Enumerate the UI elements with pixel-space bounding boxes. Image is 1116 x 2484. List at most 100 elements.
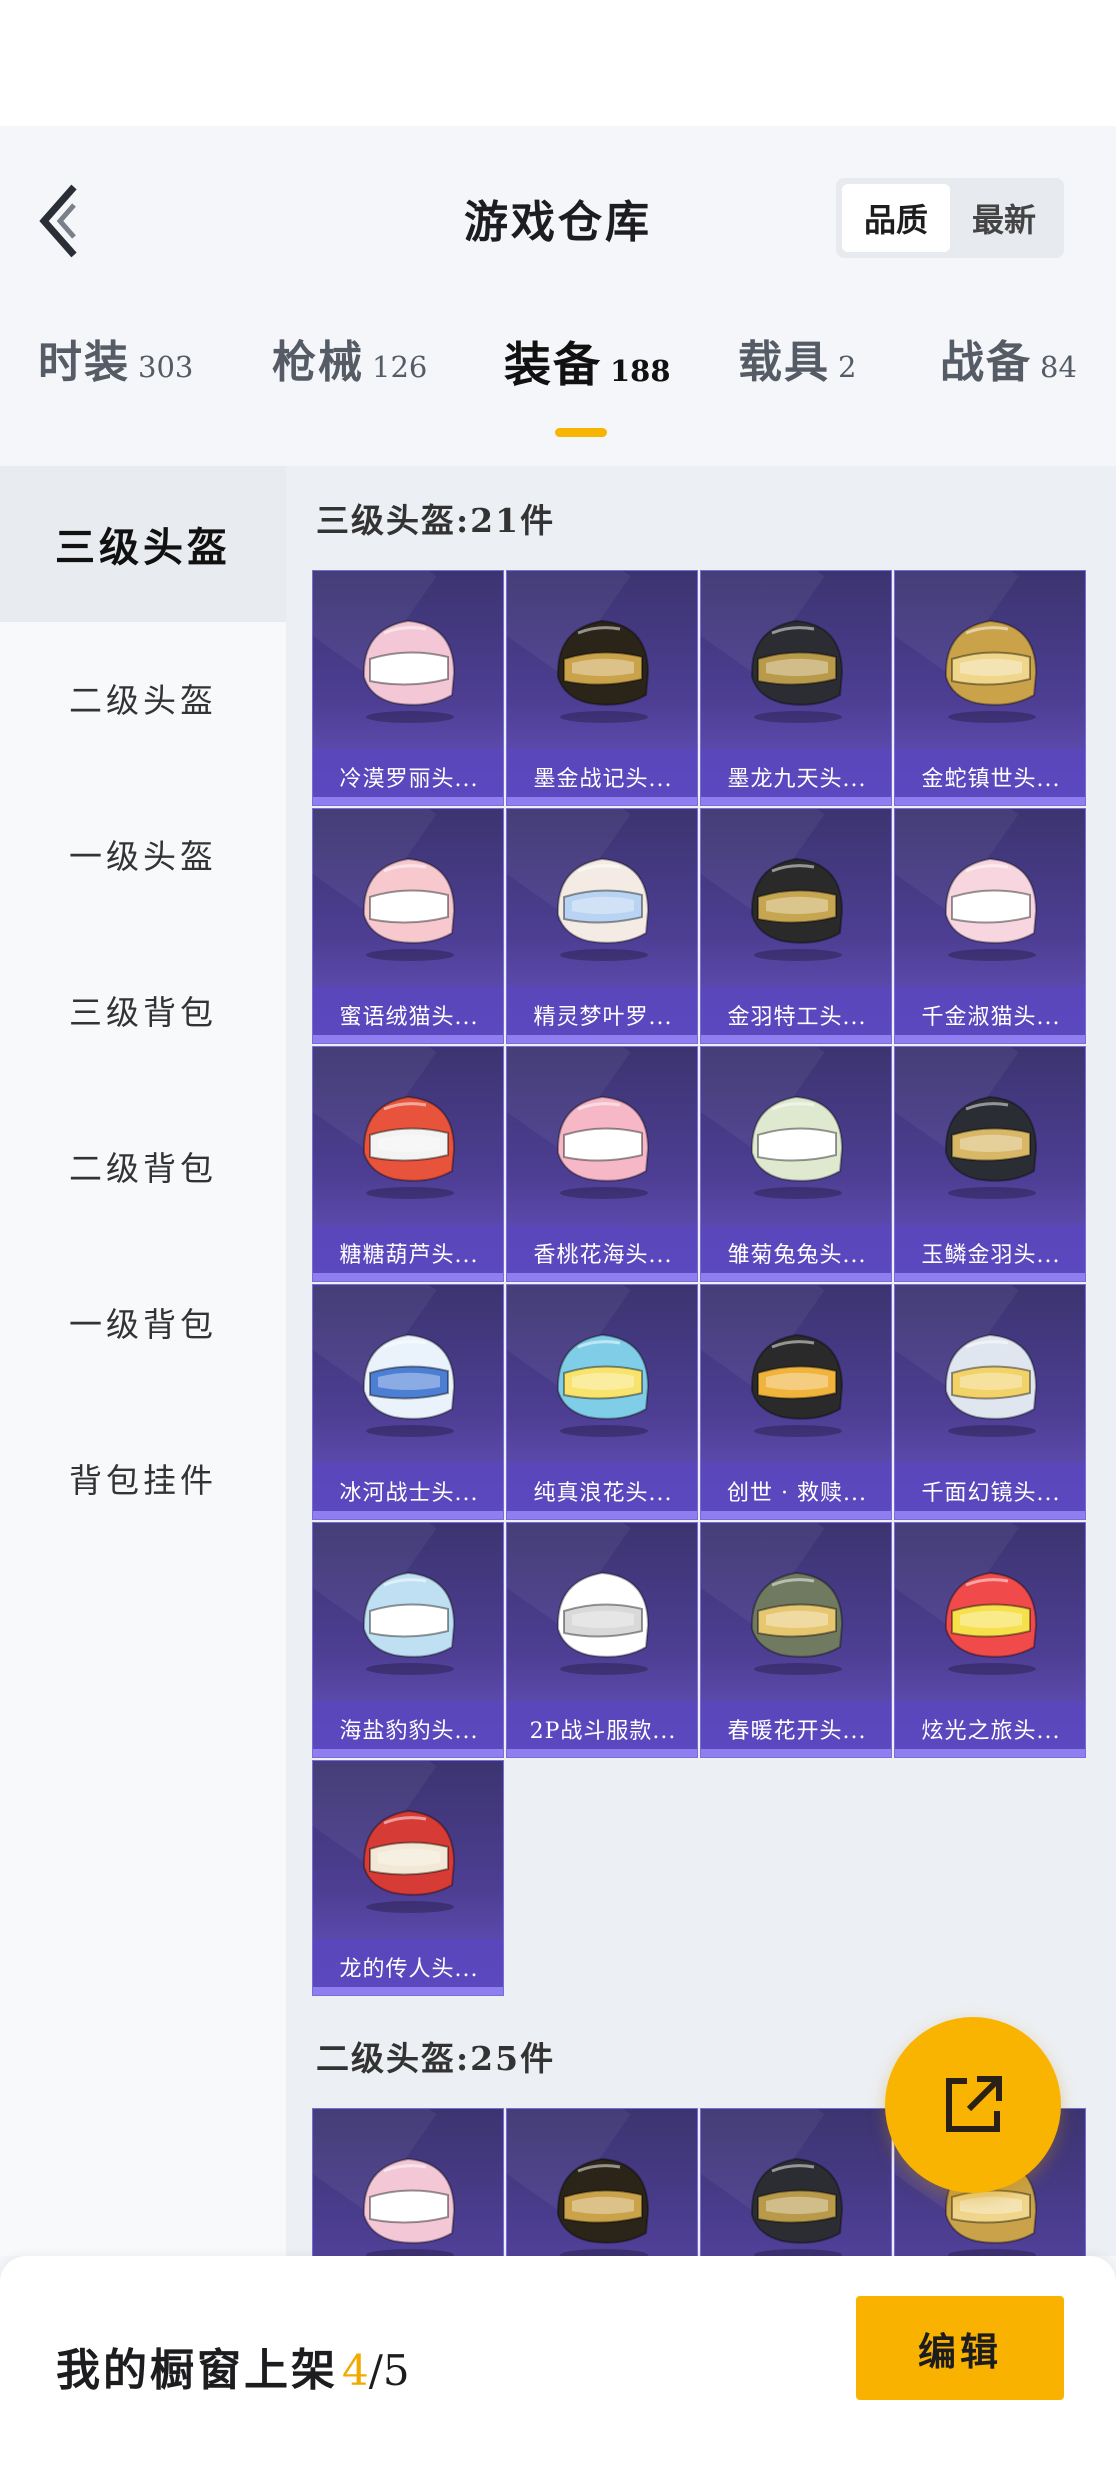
- helmet-icon: [750, 1095, 844, 1199]
- item-card[interactable]: 墨金战记头...: [506, 570, 698, 806]
- sidebar-item-backpack-charm[interactable]: 背包挂件: [0, 1400, 286, 1556]
- item-name: 金羽特工头...: [701, 987, 891, 1043]
- share-button[interactable]: [885, 2017, 1061, 2193]
- item-card[interactable]: 创世 · 救赎...: [700, 1284, 892, 1520]
- item-image: [895, 819, 1085, 984]
- tab-label: 载具: [738, 337, 830, 388]
- helmet-icon: [556, 1095, 650, 1199]
- helmet-icon: [362, 1095, 456, 1199]
- item-name: 精灵梦叶罗...: [507, 987, 697, 1043]
- section-title: 二级头盔:25件: [316, 2039, 556, 2078]
- item-card[interactable]: 精灵梦叶罗...: [506, 808, 698, 1044]
- sidebar-item-level1-helmet[interactable]: 一级头盔: [0, 776, 286, 932]
- tab-count: 84: [1040, 350, 1077, 384]
- item-image: [895, 1057, 1085, 1222]
- item-card[interactable]: 纯真浪花头...: [506, 1284, 698, 1520]
- helmet-icon: [556, 1571, 650, 1675]
- sidebar-item-level1-backpack[interactable]: 一级背包: [0, 1244, 286, 1400]
- helmet-icon: [750, 619, 844, 723]
- status-bar: [0, 0, 1116, 126]
- tab-label: 装备: [504, 338, 602, 393]
- item-name: 千金淑猫头...: [895, 987, 1085, 1043]
- item-name: 金蛇镇世头...: [895, 749, 1085, 805]
- sidebar-item-level2-helmet[interactable]: 二级头盔: [0, 620, 286, 776]
- item-name: 雏菊兔兔头...: [701, 1225, 891, 1281]
- item-image: [313, 2119, 503, 2256]
- helmet-icon: [556, 857, 650, 961]
- item-card[interactable]: 糖糖葫芦头...: [312, 1046, 504, 1282]
- tab-equipment[interactable]: 装备 188: [504, 326, 671, 426]
- tab-supplies[interactable]: 战备 84: [940, 326, 1077, 426]
- item-image: [313, 581, 503, 746]
- item-card[interactable]: 冰河战士头...: [312, 1284, 504, 1520]
- item-name: 冷漠罗丽头...: [313, 749, 503, 805]
- item-card[interactable]: 千金淑猫头...: [894, 808, 1086, 1044]
- item-name: 糖糖葫芦头...: [313, 1225, 503, 1281]
- item-card[interactable]: 冷漠罗丽头...: [312, 570, 504, 806]
- helmet-icon: [944, 1333, 1038, 1437]
- sort-option-newest[interactable]: 最新: [950, 184, 1058, 252]
- item-name: 千面幻镜头...: [895, 1463, 1085, 1519]
- showcase-status: 我的橱窗上架 4 / 5: [56, 2334, 410, 2398]
- tab-count: 126: [372, 350, 428, 384]
- item-name: 蜜语绒猫头...: [313, 987, 503, 1043]
- helmet-icon: [362, 1333, 456, 1437]
- showcase-label: 我的橱窗上架: [56, 2345, 338, 2396]
- item-card[interactable]: 玉鳞金羽头...: [894, 1046, 1086, 1282]
- item-card[interactable]: 金羽特工头...: [700, 808, 892, 1044]
- item-card[interactable]: 春暖花开头...: [700, 1522, 892, 1758]
- tab-label: 战备: [940, 337, 1032, 388]
- edit-button[interactable]: 编辑: [856, 2296, 1064, 2400]
- tab-fashion[interactable]: 时装 303: [38, 326, 193, 426]
- item-card[interactable]: [506, 2108, 698, 2256]
- item-image: [507, 2119, 697, 2256]
- showcase-bar: 我的橱窗上架 4 / 5 编辑: [0, 2256, 1116, 2484]
- tab-label: 时装: [38, 337, 130, 388]
- sidebar-item-level2-backpack[interactable]: 二级背包: [0, 1088, 286, 1244]
- item-card[interactable]: 蜜语绒猫头...: [312, 808, 504, 1044]
- item-name: 墨龙九天头...: [701, 749, 891, 805]
- showcase-separator: /: [368, 2346, 383, 2395]
- helmet-icon: [556, 619, 650, 723]
- helmet-icon: [750, 1571, 844, 1675]
- item-card[interactable]: [312, 2108, 504, 2256]
- item-image: [701, 819, 891, 984]
- item-image: [895, 581, 1085, 746]
- item-image: [701, 581, 891, 746]
- tab-vehicles[interactable]: 载具 2: [738, 326, 856, 426]
- item-card[interactable]: 海盐豹豹头...: [312, 1522, 504, 1758]
- item-card[interactable]: 炫光之旅头...: [894, 1522, 1086, 1758]
- showcase-total: 5: [382, 2346, 410, 2395]
- sidebar-item-level3-helmet[interactable]: 三级头盔: [0, 466, 286, 622]
- helmet-icon: [750, 857, 844, 961]
- item-name: 玉鳞金羽头...: [895, 1225, 1085, 1281]
- item-name: 2P战斗服款...: [507, 1701, 697, 1757]
- item-grid: 冷漠罗丽头... 墨金战记头... 墨龙九天头... 金蛇镇世头... 蜜语绒猫头...…: [312, 570, 1088, 2000]
- sort-option-quality[interactable]: 品质: [842, 184, 950, 252]
- helmet-icon: [556, 2157, 650, 2256]
- item-card[interactable]: 香桃花海头...: [506, 1046, 698, 1282]
- item-name: 炫光之旅头...: [895, 1701, 1085, 1757]
- helmet-icon: [362, 1809, 456, 1913]
- item-image: [701, 1057, 891, 1222]
- tab-guns[interactable]: 枪械 126: [272, 326, 427, 426]
- item-list[interactable]: 三级头盔:21件 冷漠罗丽头... 墨金战记头... 墨龙九天头... 金蛇镇世头..…: [286, 466, 1116, 2256]
- helmet-icon: [362, 619, 456, 723]
- item-image: [313, 1771, 503, 1936]
- item-image: [895, 1295, 1085, 1460]
- item-card[interactable]: 龙的传人头...: [312, 1760, 504, 1996]
- helmet-icon: [944, 619, 1038, 723]
- item-card[interactable]: 墨龙九天头...: [700, 570, 892, 806]
- item-card[interactable]: [700, 2108, 892, 2256]
- tab-count: 2: [838, 350, 857, 384]
- item-name: 香桃花海头...: [507, 1225, 697, 1281]
- share-export-icon: [946, 2076, 1002, 2132]
- item-card[interactable]: 2P战斗服款...: [506, 1522, 698, 1758]
- sort-toggle[interactable]: 品质 最新: [836, 178, 1064, 258]
- item-card[interactable]: 雏菊兔兔头...: [700, 1046, 892, 1282]
- item-card[interactable]: 金蛇镇世头...: [894, 570, 1086, 806]
- header: 游戏仓库 品质 最新 时装 303 枪械 126 装备 188 载具 2 战备 …: [0, 126, 1116, 466]
- item-card[interactable]: 千面幻镜头...: [894, 1284, 1086, 1520]
- item-image: [507, 581, 697, 746]
- sidebar-item-level3-backpack[interactable]: 三级背包: [0, 932, 286, 1088]
